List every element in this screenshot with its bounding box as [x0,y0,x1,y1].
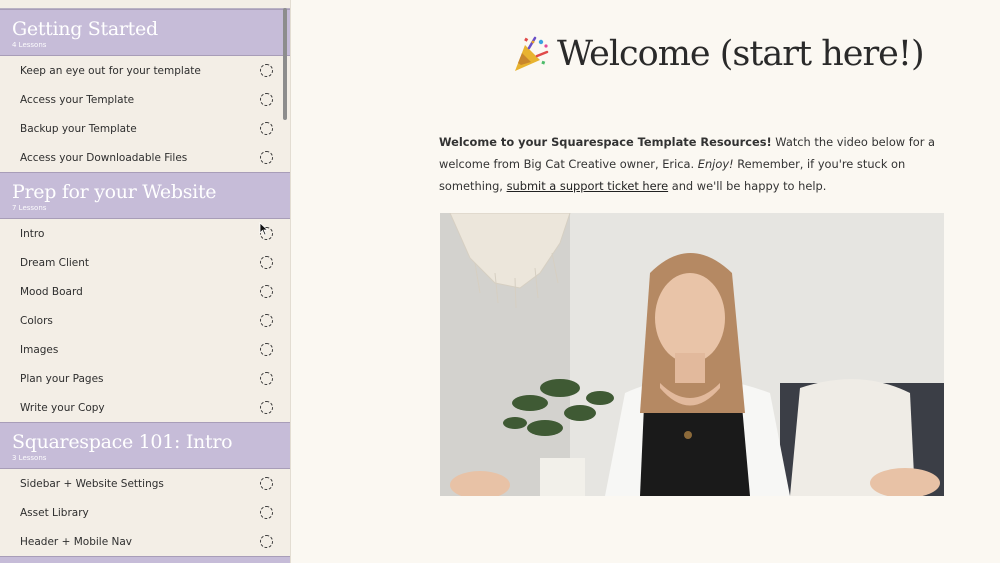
lesson-item[interactable]: Plan your Pages [0,364,290,393]
section-lesson-count: 7 Lessons [12,204,47,212]
incomplete-circle-icon[interactable] [260,343,273,356]
main-content: Welcome (start here!) Welcome to your Sq… [291,0,1000,563]
lesson-label: Mood Board [20,285,83,298]
incomplete-circle-icon[interactable] [260,64,273,77]
lesson-label: Plan your Pages [20,372,104,385]
page-title: Welcome (start here!) [557,34,925,74]
incomplete-circle-icon[interactable] [260,93,273,106]
party-popper-icon [515,36,549,71]
incomplete-circle-icon[interactable] [260,151,273,164]
section-title: Squarespace 101: Intro [12,431,233,453]
section-header-getting-started[interactable]: Getting Started 4 Lessons [0,9,290,56]
sidebar-scrollbar[interactable] [283,8,287,120]
sidebar-top-sliver [0,0,290,9]
lesson-label: Header + Mobile Nav [20,535,132,548]
lesson-label: Images [20,343,59,356]
mouse-cursor-icon [259,222,269,236]
lesson-label: Access your Downloadable Files [20,151,188,164]
lesson-label: Dream Client [20,256,90,269]
incomplete-circle-icon[interactable] [260,506,273,519]
incomplete-circle-icon[interactable] [260,122,273,135]
lesson-label: Intro [20,227,45,240]
lesson-item[interactable]: Colors [0,306,290,335]
lesson-item[interactable]: Backup your Template [0,114,290,143]
section-header-prep-for-your-website[interactable]: Prep for your Website 7 Lessons [0,172,290,219]
section-title: Prep for your Website [12,181,217,203]
incomplete-circle-icon[interactable] [260,535,273,548]
lesson-item[interactable]: Images [0,335,290,364]
video-frame-image [440,213,944,496]
intro-text: and we'll be happy to help. [668,179,827,193]
incomplete-circle-icon[interactable] [260,256,273,269]
lesson-item[interactable]: Asset Library [0,498,290,527]
support-ticket-link[interactable]: submit a support ticket here [507,179,669,193]
lesson-item[interactable]: Access your Downloadable Files [0,143,290,172]
section-title: Getting Started [12,18,158,40]
lesson-label: Access your Template [20,93,135,106]
lesson-item[interactable]: Access your Template [0,85,290,114]
lesson-label: Asset Library [20,506,89,519]
lesson-item[interactable]: Sidebar + Website Settings [0,469,290,498]
sidebar: Getting Started 4 Lessons Keep an eye ou… [0,0,291,563]
intro-bold: Welcome to your Squarespace Template Res… [439,135,772,149]
lesson-label: Sidebar + Website Settings [20,477,164,490]
section-lesson-count: 3 Lessons [12,454,47,462]
intro-italic: Enjoy! [697,157,734,171]
section-lesson-count: 4 Lessons [12,41,47,49]
lesson-item[interactable]: Dream Client [0,248,290,277]
lesson-item[interactable]: Write your Copy [0,393,290,422]
section-header-squarespace-101-intro[interactable]: Squarespace 101: Intro 3 Lessons [0,422,290,469]
lesson-item[interactable]: Header + Mobile Nav [0,527,290,556]
lesson-item[interactable]: Intro [0,219,290,248]
sidebar-list: Getting Started 4 Lessons Keep an eye ou… [0,0,290,563]
welcome-video[interactable] [440,213,944,496]
incomplete-circle-icon[interactable] [260,372,273,385]
page-title-row: Welcome (start here!) [511,34,925,74]
incomplete-circle-icon[interactable] [260,477,273,490]
section-header-next[interactable] [0,556,290,563]
incomplete-circle-icon[interactable] [260,285,273,298]
lesson-label: Keep an eye out for your template [20,64,201,77]
lesson-label: Write your Copy [20,401,105,414]
lesson-label: Colors [20,314,53,327]
lesson-item[interactable]: Keep an eye out for your template [0,56,290,85]
incomplete-circle-icon[interactable] [260,314,273,327]
lesson-item[interactable]: Mood Board [0,277,290,306]
lesson-label: Backup your Template [20,122,137,135]
incomplete-circle-icon[interactable] [260,401,273,414]
intro-paragraph: Welcome to your Squarespace Template Res… [439,131,949,197]
